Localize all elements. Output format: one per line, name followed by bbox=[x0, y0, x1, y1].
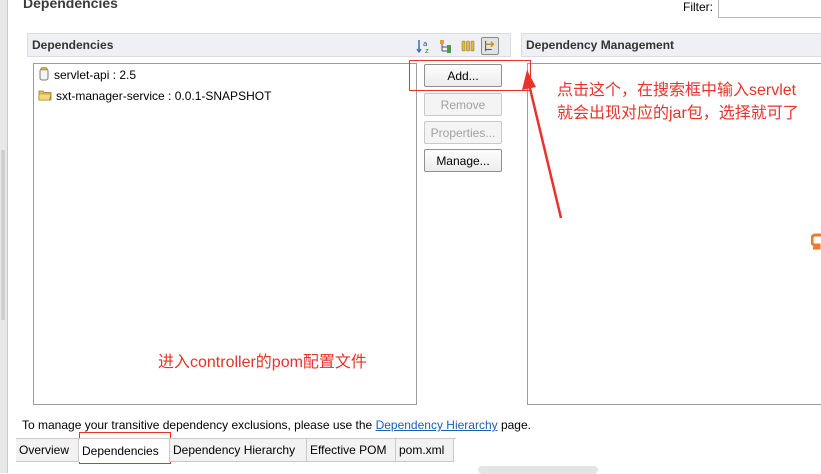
annotation-arrow bbox=[522, 70, 563, 219]
editor-tab-bar: Overview Dependencies Dependency Hierarc… bbox=[16, 438, 456, 463]
annotation-line-1: 点击这个，在搜索框中输入servlet bbox=[557, 82, 797, 99]
annotation-controller-note: 进入controller的pom配置文件 bbox=[158, 354, 367, 371]
tab-effective-pom[interactable]: Effective POM bbox=[307, 439, 396, 462]
tab-pom-xml[interactable]: pom.xml bbox=[396, 439, 454, 462]
tab-dependency-hierarchy[interactable]: Dependency Hierarchy bbox=[170, 439, 307, 462]
orange-watermark-icon bbox=[811, 233, 821, 250]
dependency-hierarchy-link[interactable]: Dependency Hierarchy bbox=[376, 418, 498, 432]
annotation-line-2: 就会出现对应的jar包，选择就可了 bbox=[557, 105, 799, 122]
hint-text: To manage your transitive dependency exc… bbox=[22, 418, 376, 432]
transitive-hint: To manage your transitive dependency exc… bbox=[22, 418, 531, 432]
tab-dependencies[interactable]: Dependencies bbox=[79, 439, 170, 462]
hint-text-end: page. bbox=[497, 418, 531, 432]
tab-overview[interactable]: Overview bbox=[16, 439, 79, 462]
